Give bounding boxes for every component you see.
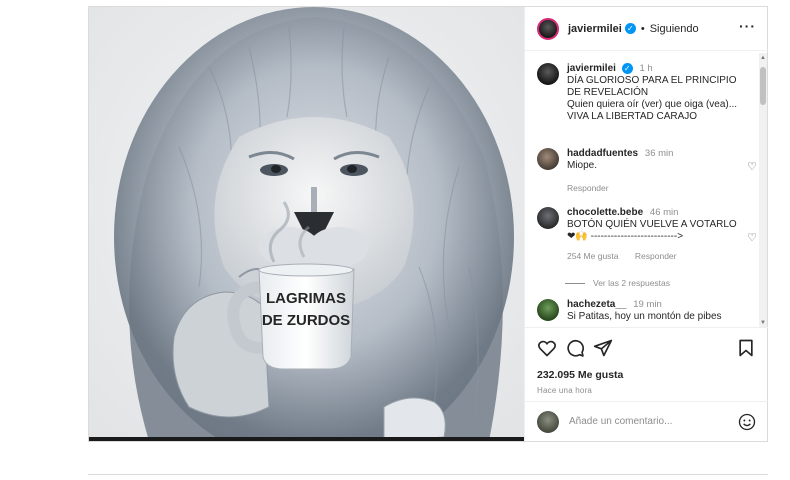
caption-line1: DÍA GLORIOSO PARA EL PRINCIPIO DE REVELA…: [567, 75, 737, 98]
page-divider: [88, 474, 768, 475]
view-replies-label: Ver las 2 respuestas: [593, 278, 671, 288]
comment-avatar[interactable]: [537, 207, 559, 229]
comment-text: BOTÓN QUIÉN VUELVE A VOTARLO: [567, 219, 737, 230]
caption-time: 1 h: [639, 63, 653, 74]
comment-time: 19 min: [633, 299, 662, 310]
scroll-up-arrow-icon[interactable]: ▲: [759, 55, 767, 61]
share-icon[interactable]: [593, 338, 613, 358]
action-bar: 232.095 Me gusta Hace una hora: [525, 327, 768, 407]
current-user-avatar: [537, 410, 559, 433]
comments-list[interactable]: javiermilei ✓ 1 h DÍA GLORIOSO PARA EL P…: [525, 51, 768, 327]
post-header: javiermilei ✓ • Siguiendo ···: [525, 7, 768, 51]
comment-likes[interactable]: 254 Me gusta: [567, 251, 619, 261]
comment-text-2: ❤🙌 -------------------------->: [567, 231, 684, 242]
comment-avatar[interactable]: [537, 299, 559, 321]
comment-body: chocolette.bebe 46 min BOTÓN QUIÉN VUELV…: [567, 207, 747, 262]
comment-username[interactable]: hachezeta__: [567, 299, 626, 310]
comment-heart-icon[interactable]: ♡: [747, 231, 757, 244]
author-avatar[interactable]: [537, 17, 559, 40]
scroll-down-arrow-icon[interactable]: ▼: [759, 320, 767, 326]
comment-body: hachezeta__ 19 min Si Patitas, hoy un mo…: [567, 299, 747, 323]
caption-body: javiermilei ✓ 1 h DÍA GLORIOSO PARA EL P…: [567, 63, 747, 123]
comment-avatar[interactable]: [537, 148, 559, 170]
verified-icon: ✓: [624, 23, 636, 34]
reply-button[interactable]: Responder: [635, 251, 677, 261]
caption-avatar[interactable]: [537, 63, 559, 85]
post-image[interactable]: LAGRIMAS DE ZURDOS: [89, 7, 524, 441]
scroll-thumb[interactable]: [760, 67, 766, 105]
mug-text-line2: DE ZURDOS: [262, 312, 350, 329]
more-icon[interactable]: ···: [739, 19, 756, 33]
likes-count[interactable]: 232.095 Me gusta: [537, 369, 623, 381]
post-card: LAGRIMAS DE ZURDOS javiermilei ✓ • Sigui…: [88, 6, 768, 442]
comment-time: 36 min: [644, 148, 674, 159]
comment-body: haddadfuentes 36 min Miope. Responder: [567, 148, 747, 194]
separator-dot: •: [640, 22, 645, 35]
verified-icon: ✓: [621, 63, 633, 74]
reply-button[interactable]: Responder: [567, 183, 609, 193]
caption-line2: Quien quiera oír (ver) que oiga (vea)...: [567, 99, 738, 110]
mug-text-line1: LAGRIMAS: [266, 290, 346, 307]
add-comment-bar: [525, 401, 768, 441]
caption-line3: VIVA LA LIBERTAD CARAJO: [567, 111, 698, 122]
follow-status-button[interactable]: Siguiendo: [650, 23, 699, 35]
caption-username[interactable]: javiermilei: [567, 63, 616, 74]
comment-meta: 254 Me gusta Responder: [567, 250, 747, 262]
replies-line: [565, 283, 585, 285]
bookmark-icon[interactable]: [736, 338, 756, 358]
post-sidebar: javiermilei ✓ • Siguiendo ··· javiermile…: [524, 7, 768, 441]
comment-icon[interactable]: [565, 338, 585, 358]
view-replies-button[interactable]: Ver las 2 respuestas: [565, 278, 670, 288]
lion-illustration: LAGRIMAS DE ZURDOS: [89, 7, 524, 441]
comment-input[interactable]: [569, 416, 734, 427]
comment-username[interactable]: chocolette.bebe: [567, 207, 643, 218]
comment-time: 46 min: [649, 207, 679, 218]
comment-text: Miope.: [567, 160, 598, 171]
comment-username[interactable]: haddadfuentes: [567, 148, 638, 159]
comments-scrollbar[interactable]: ▲ ▼: [759, 53, 767, 327]
comment-text: Si Patitas, hoy un montón de pibes: [567, 311, 722, 322]
comment-meta: Responder: [567, 182, 747, 194]
emoji-icon[interactable]: [738, 413, 756, 431]
heart-icon[interactable]: [537, 338, 557, 358]
author-username[interactable]: javiermilei: [568, 23, 622, 35]
post-time: Hace una hora: [537, 386, 593, 395]
comment-heart-icon[interactable]: ♡: [747, 160, 757, 173]
